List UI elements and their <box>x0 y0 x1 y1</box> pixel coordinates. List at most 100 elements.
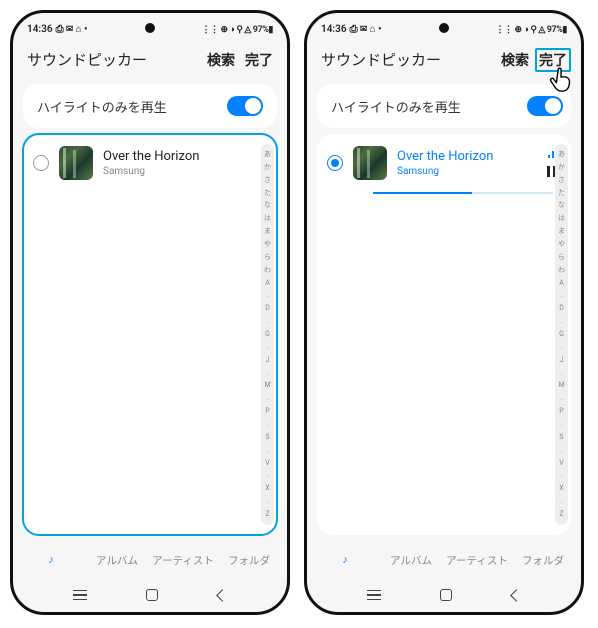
index-letter[interactable]: V <box>265 460 269 467</box>
index-letter[interactable]: . <box>561 447 563 454</box>
android-nav-bar <box>13 578 287 612</box>
tab-artists[interactable]: アーティスト <box>151 549 215 572</box>
index-letter[interactable]: Z <box>559 511 563 518</box>
index-letter[interactable]: X <box>559 485 563 492</box>
alpha-index-bar[interactable]: あかさたなはまやらわA. D. G. J. M. P. S. V. X. Z <box>555 144 568 525</box>
highlight-only-toggle[interactable] <box>227 96 263 116</box>
index-letter[interactable]: な <box>264 202 271 209</box>
app-header: サウンドピッカー 検索 完了 <box>13 41 287 78</box>
index-letter[interactable]: や <box>558 241 565 248</box>
music-note-icon: ♪ <box>342 553 347 566</box>
index-letter[interactable]: ら <box>264 254 271 261</box>
tab-folders[interactable]: フォルダ <box>217 549 281 572</box>
nav-back-icon[interactable] <box>216 589 229 602</box>
track-radio[interactable] <box>33 155 49 171</box>
index-letter[interactable]: . <box>267 292 269 299</box>
index-letter[interactable]: . <box>561 395 563 402</box>
done-button[interactable]: 完了 <box>535 48 571 72</box>
track-row[interactable]: Over the Horizon Samsung <box>317 134 571 192</box>
index-letter[interactable]: ら <box>558 254 565 261</box>
index-letter[interactable]: あ <box>558 151 565 158</box>
index-letter[interactable]: は <box>558 215 565 222</box>
tab-tracks[interactable]: ♪ <box>313 549 377 572</box>
index-letter[interactable]: D <box>559 305 564 312</box>
tab-folders[interactable]: フォルダ <box>511 549 575 572</box>
index-letter[interactable]: あ <box>264 151 271 158</box>
playback-progress[interactable] <box>317 192 571 202</box>
index-letter[interactable]: . <box>267 447 269 454</box>
index-letter[interactable]: . <box>267 370 269 377</box>
index-letter[interactable]: . <box>561 292 563 299</box>
index-letter[interactable]: . <box>267 421 269 428</box>
index-letter[interactable]: P <box>265 408 269 415</box>
index-letter[interactable]: ま <box>558 228 565 235</box>
index-letter[interactable]: . <box>267 395 269 402</box>
index-letter[interactable]: さ <box>264 177 271 184</box>
track-title: Over the Horizon <box>103 149 259 166</box>
index-letter[interactable]: . <box>561 421 563 428</box>
index-letter[interactable]: M <box>558 382 564 389</box>
nav-back-icon[interactable] <box>510 589 523 602</box>
highlight-only-toggle[interactable] <box>527 96 563 116</box>
index-letter[interactable]: S <box>265 434 269 441</box>
index-letter[interactable]: . <box>561 370 563 377</box>
android-nav-bar <box>307 578 581 612</box>
index-letter[interactable]: P <box>559 408 563 415</box>
index-letter[interactable]: J <box>560 357 564 364</box>
phone-right: 14:36 ⎙ ✉ ⌂ • ⋮⋮ ⊕ ◑ ⚲ ◬ 97%▮ サウンドピッカー 検… <box>304 10 584 615</box>
index-letter[interactable]: A <box>265 280 270 287</box>
index-letter[interactable]: M <box>264 382 270 389</box>
index-letter[interactable]: S <box>559 434 563 441</box>
camera-notch <box>145 23 155 33</box>
index-letter[interactable]: た <box>558 190 565 197</box>
index-letter[interactable]: か <box>264 164 271 171</box>
nav-home-icon[interactable] <box>440 589 452 601</box>
bottom-tabs: ♪ アルバム アーティスト フォルダ <box>307 541 581 578</box>
index-letter[interactable]: . <box>267 318 269 325</box>
tab-tracks[interactable]: ♪ <box>19 549 83 572</box>
album-art-icon <box>59 146 93 180</box>
index-letter[interactable]: ま <box>264 228 271 235</box>
index-letter[interactable]: か <box>558 164 565 171</box>
search-button[interactable]: 検索 <box>207 50 235 70</box>
tab-artists[interactable]: アーティスト <box>445 549 509 572</box>
index-letter[interactable]: . <box>267 344 269 351</box>
nav-recent-icon[interactable] <box>367 590 381 601</box>
nav-recent-icon[interactable] <box>73 590 87 601</box>
index-letter[interactable]: さ <box>558 177 565 184</box>
index-letter[interactable]: G <box>265 331 270 338</box>
index-letter[interactable]: わ <box>558 267 565 274</box>
nav-home-icon[interactable] <box>146 589 158 601</box>
index-letter[interactable]: V <box>559 460 563 467</box>
index-letter[interactable]: は <box>264 215 271 222</box>
index-letter[interactable]: Z <box>265 511 269 518</box>
index-letter[interactable]: . <box>561 344 563 351</box>
track-row[interactable]: Over the Horizon Samsung <box>23 134 277 192</box>
index-letter[interactable]: や <box>264 241 271 248</box>
index-letter[interactable]: G <box>559 331 564 338</box>
page-title: サウンドピッカー <box>321 49 441 70</box>
index-letter[interactable]: . <box>267 498 269 505</box>
index-letter[interactable]: な <box>558 202 565 209</box>
index-letter[interactable]: A <box>559 280 564 287</box>
index-letter[interactable]: D <box>265 305 270 312</box>
camera-notch <box>439 23 449 33</box>
track-radio[interactable] <box>327 155 343 171</box>
alpha-index-bar[interactable]: あかさたなはまやらわA. D. G. J. M. P. S. V. X. Z <box>261 144 274 525</box>
index-letter[interactable]: わ <box>264 267 271 274</box>
index-letter[interactable]: た <box>264 190 271 197</box>
index-letter[interactable]: . <box>561 472 563 479</box>
done-button[interactable]: 完了 <box>245 50 273 70</box>
track-artist: Samsung <box>103 166 259 177</box>
search-button[interactable]: 検索 <box>501 50 529 70</box>
highlight-only-card: ハイライトのみを再生 <box>23 84 277 128</box>
index-letter[interactable]: J <box>266 357 270 364</box>
index-letter[interactable]: . <box>561 318 563 325</box>
tab-albums[interactable]: アルバム <box>85 549 149 572</box>
progress-fill <box>373 192 472 194</box>
index-letter[interactable]: X <box>265 485 269 492</box>
page-title: サウンドピッカー <box>27 49 147 70</box>
tab-albums[interactable]: アルバム <box>379 549 443 572</box>
index-letter[interactable]: . <box>267 472 269 479</box>
index-letter[interactable]: . <box>561 498 563 505</box>
